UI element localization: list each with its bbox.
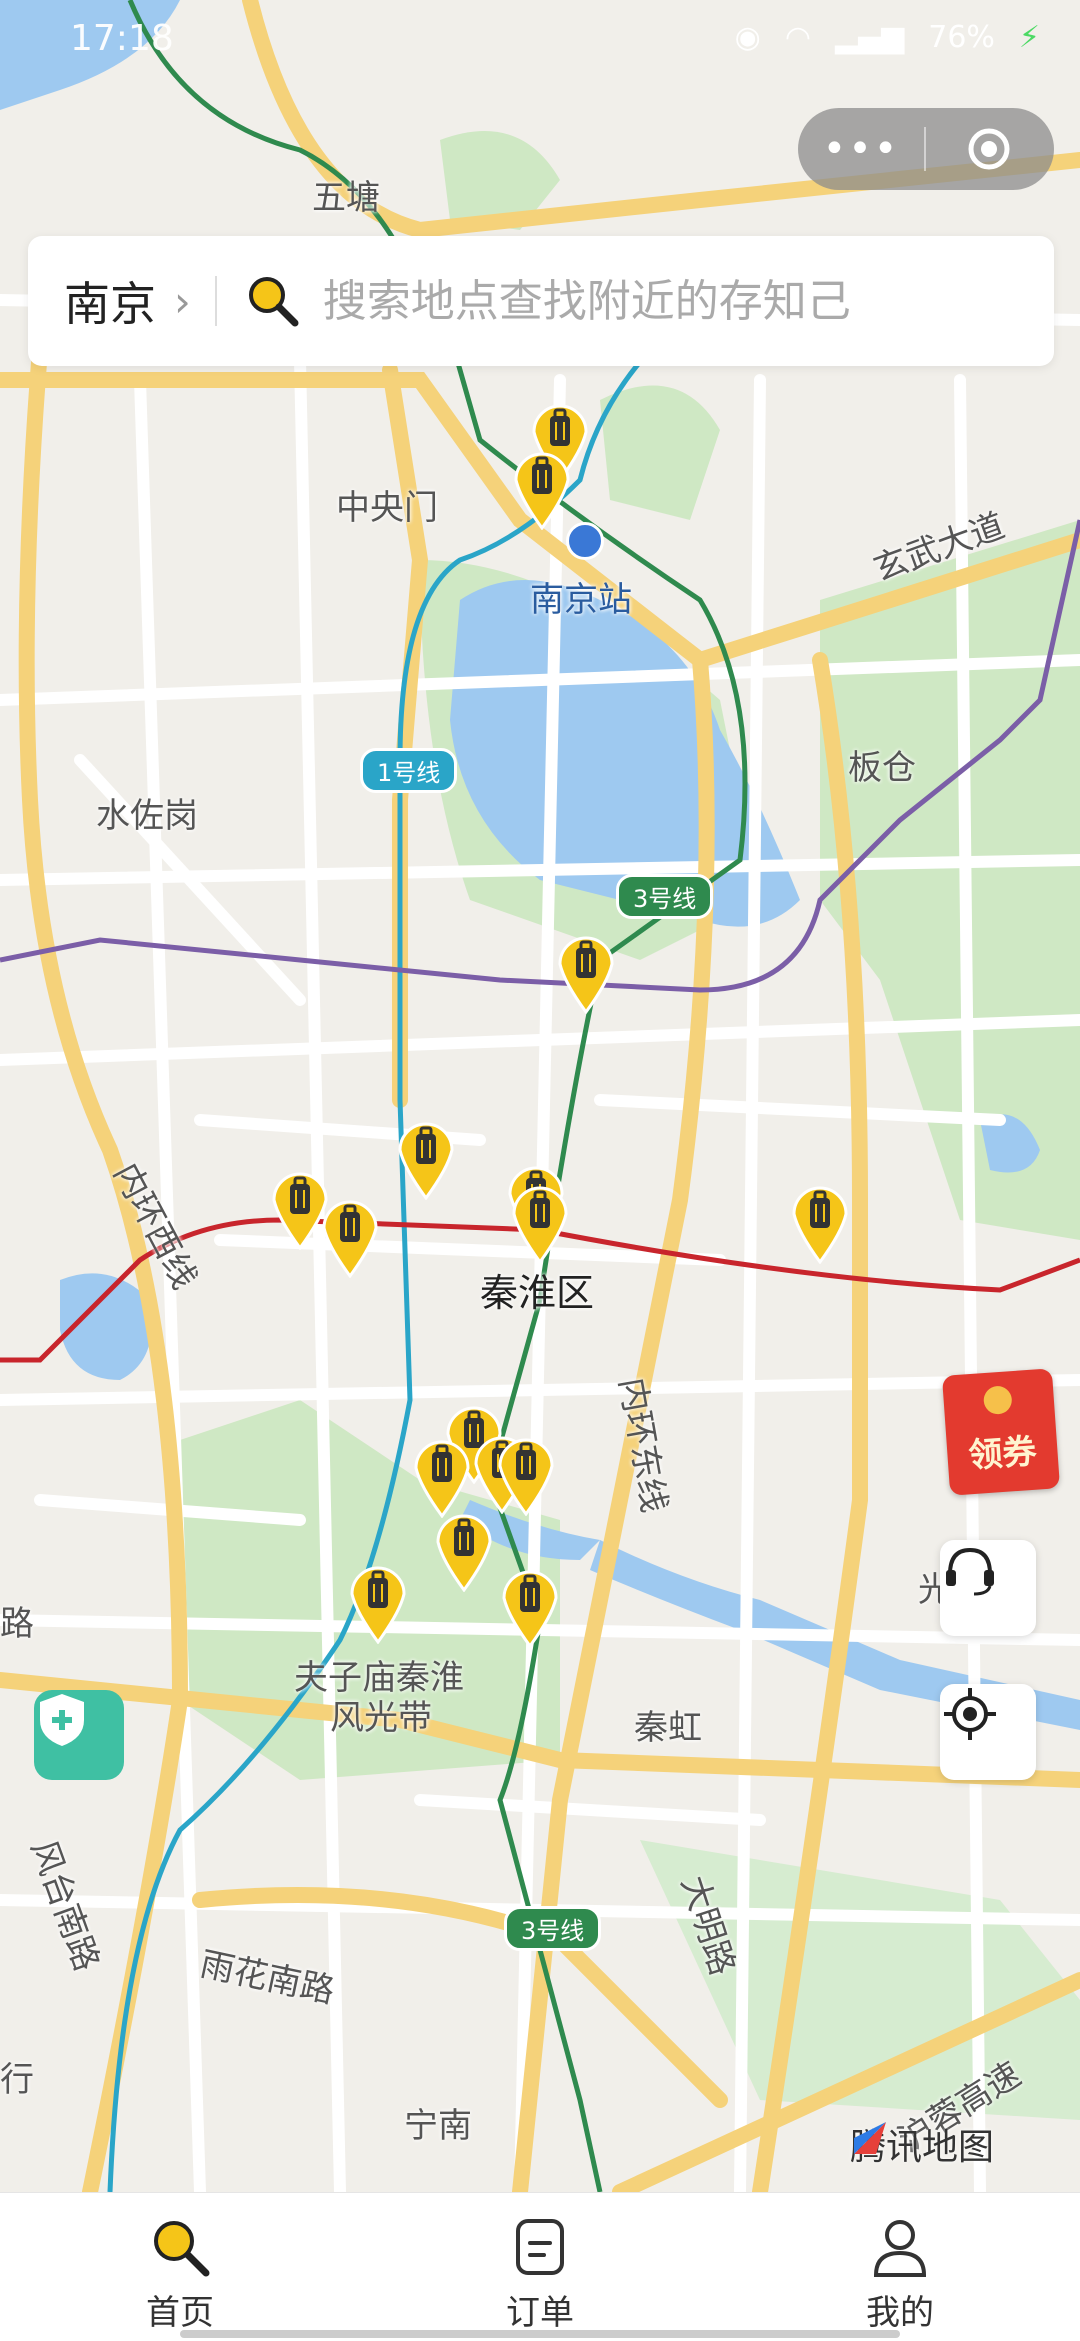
customer-service-button[interactable]	[940, 1540, 1036, 1636]
home-indicator	[180, 2330, 900, 2338]
map-label-qinhuai-district: 秦淮区	[480, 1271, 595, 1315]
headset-icon	[946, 1547, 994, 1596]
luggage-pin-icon[interactable]	[508, 1180, 572, 1264]
tab-orders[interactable]: 订单	[360, 2193, 720, 2341]
luggage-pin-icon[interactable]	[494, 1432, 558, 1516]
location-icon: ◉	[734, 20, 761, 55]
map-label-shuizuogang: 水佐岗	[96, 796, 198, 836]
tencent-map-logo-icon	[854, 2122, 886, 2154]
search-bar: 南京 ›	[28, 236, 1054, 366]
luggage-pin-icon[interactable]	[498, 1564, 562, 1648]
charging-icon: ⚡	[1018, 20, 1040, 55]
map-label-xing: 行	[0, 2060, 34, 2100]
shield-plus-icon	[40, 1694, 84, 1746]
tab-home-label: 首页	[146, 2293, 214, 2333]
luggage-pin-icon[interactable]	[318, 1194, 382, 1278]
locate-button[interactable]	[940, 1684, 1036, 1780]
search-input[interactable]	[320, 274, 1054, 328]
luggage-pin-icon[interactable]	[432, 1508, 496, 1592]
coupon-button[interactable]: 领券	[941, 1368, 1061, 1496]
tab-profile-label: 我的	[866, 2293, 934, 2333]
map-label-lu: 路	[0, 1604, 34, 1644]
coupon-label: 领券	[967, 1431, 1038, 1477]
bottom-tab-bar: 首页 订单 我的	[0, 2192, 1080, 2341]
metro-line-1-badge: 1号线	[360, 748, 458, 793]
search-icon	[248, 277, 299, 327]
tab-orders-label: 订单	[506, 2293, 574, 2333]
luggage-pin-icon[interactable]	[394, 1116, 458, 1200]
luggage-pin-icon[interactable]	[554, 930, 618, 1014]
wifi-icon: ◠	[784, 20, 812, 55]
more-menu-icon[interactable]: •••	[798, 108, 924, 190]
metro-line-3-badge: 3号线	[616, 874, 714, 919]
map-label-wutang: 五塘	[312, 178, 380, 218]
safety-shield-button[interactable]	[34, 1690, 124, 1780]
tab-home[interactable]: 首页	[0, 2193, 360, 2341]
map-brand: 腾讯地图	[850, 2118, 994, 2170]
map-label-fuzimiao-2: 风光带	[330, 1698, 432, 1738]
target-circle-icon	[968, 128, 1010, 170]
battery-level: 76%	[928, 20, 995, 55]
luggage-pin-icon[interactable]	[410, 1434, 474, 1518]
search-icon	[154, 2221, 210, 2277]
luggage-pin-icon[interactable]	[346, 1560, 410, 1644]
order-icon	[516, 2219, 564, 2275]
tab-profile[interactable]: 我的	[720, 2193, 1080, 2341]
signal-icon: ▂▄▆	[835, 20, 905, 55]
status-icons: ◉ ◠ ▂▄▆ 76% ⚡	[735, 20, 1040, 55]
chevron-right-icon[interactable]: ›	[174, 277, 191, 326]
map-label-ningnan: 宁南	[404, 2106, 472, 2146]
luggage-pin-icon[interactable]	[788, 1180, 852, 1264]
map-label-qinhong: 秦虹	[634, 1708, 702, 1748]
status-time: 17:18	[70, 18, 174, 59]
metro-line-3-badge-south: 3号线	[504, 1906, 602, 1951]
map-label-bancang: 板仓	[848, 748, 916, 788]
close-miniprogram-button[interactable]	[926, 125, 1052, 173]
map-label-nanjing-station: 南京站	[530, 580, 632, 620]
city-selector[interactable]: 南京	[64, 268, 156, 334]
miniprogram-capsule: •••	[798, 108, 1054, 190]
search-divider	[214, 276, 217, 326]
status-bar: 17:18 ◉ ◠ ▂▄▆ 76% ⚡	[0, 0, 1080, 80]
luggage-pin-icon[interactable]	[510, 446, 574, 530]
coupon-seal-icon	[982, 1385, 1013, 1416]
map-label-zhongyangmen: 中央门	[336, 488, 438, 528]
user-icon	[873, 2220, 927, 2277]
locate-icon	[944, 1688, 996, 1740]
